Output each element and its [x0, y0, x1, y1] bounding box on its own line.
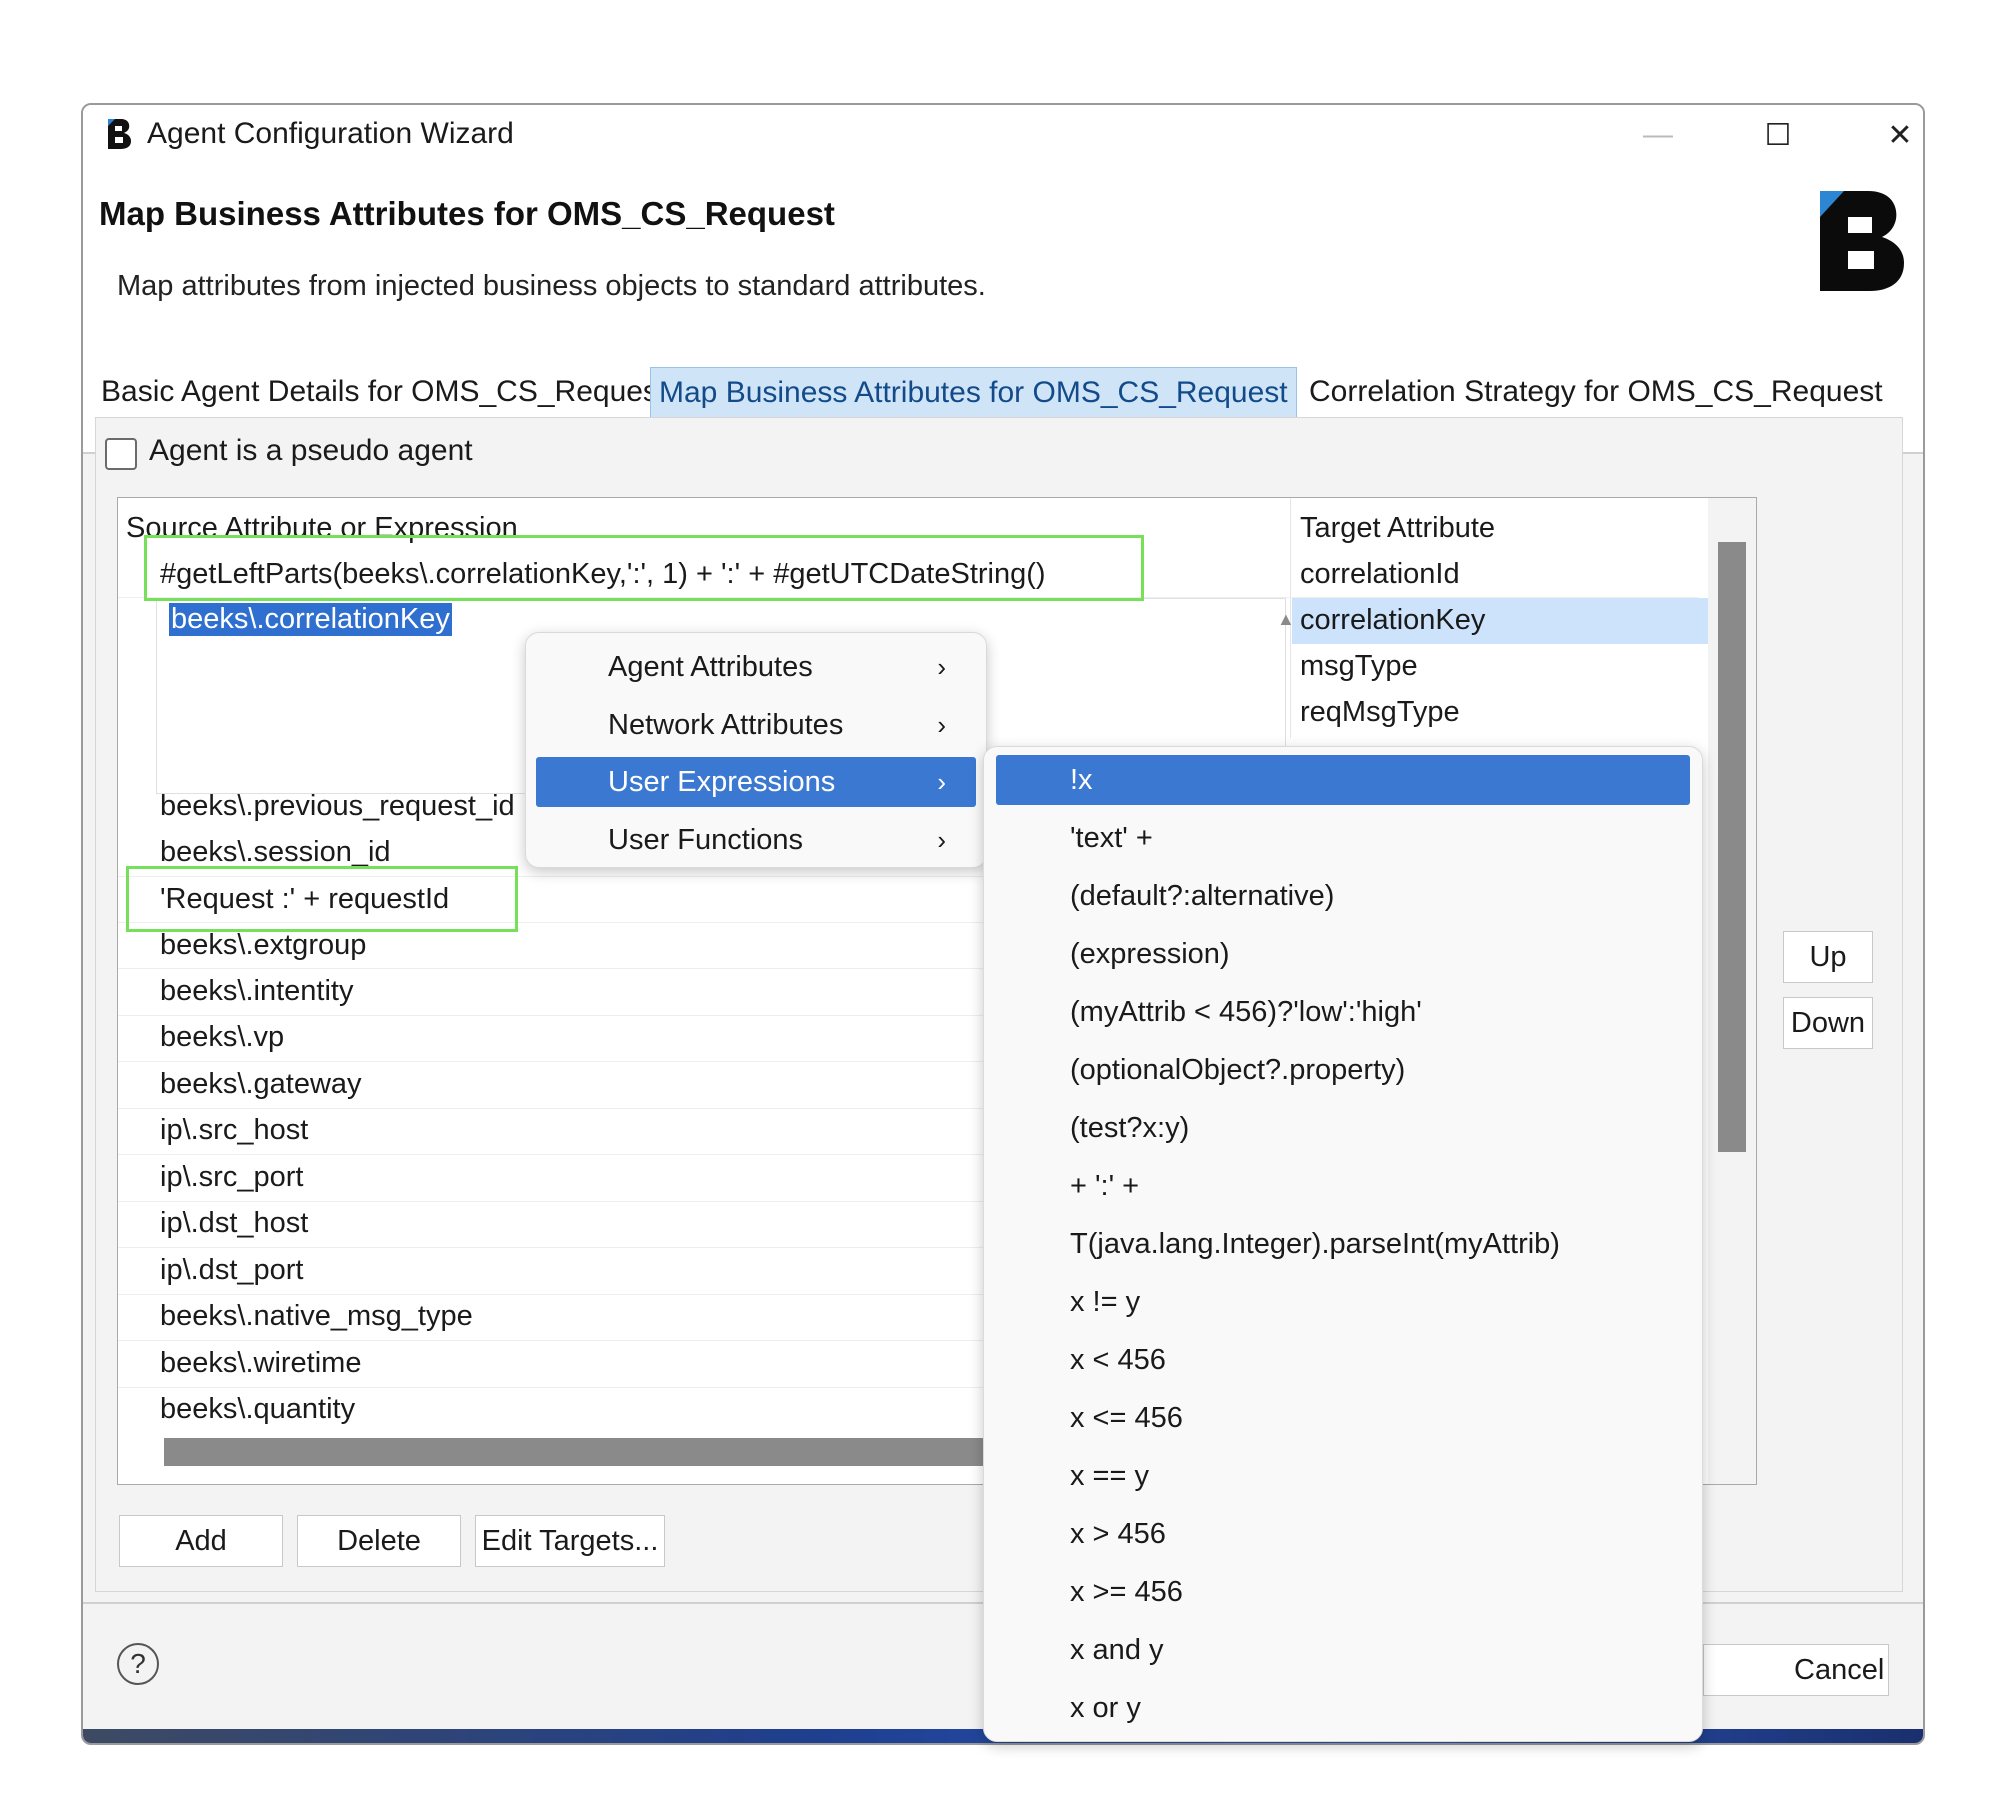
source-cell[interactable]: beeks\.extgroup: [160, 929, 366, 962]
user-expressions-submenu: !x 'text' + (default?:alternative) (expr…: [983, 746, 1703, 1742]
target-cell[interactable]: correlationKey: [1300, 604, 1485, 637]
menu-item-label: Network Attributes: [608, 708, 844, 741]
source-cell[interactable]: beeks\.previous_request_id: [160, 790, 515, 823]
highlight-box-request-expression: [126, 866, 518, 932]
chevron-right-icon: ›: [937, 766, 946, 797]
move-up-button[interactable]: Up: [1783, 931, 1873, 983]
submenu-item[interactable]: x <= 456: [996, 1393, 1690, 1443]
submenu-item[interactable]: x > 456: [996, 1509, 1690, 1559]
column-header-target[interactable]: Target Attribute: [1300, 512, 1495, 545]
delete-button[interactable]: Delete: [297, 1515, 461, 1567]
highlight-box-correlation-expression: [144, 535, 1144, 601]
page-title: Map Business Attributes for OMS_CS_Reque…: [99, 195, 835, 232]
menu-item-agent-attributes[interactable]: Agent Attributes ›: [536, 642, 976, 692]
source-cell[interactable]: beeks\.vp: [160, 1021, 284, 1054]
submenu-item[interactable]: 'text' +: [996, 813, 1690, 863]
tab-map-business-attributes[interactable]: Map Business Attributes for OMS_CS_Reque…: [650, 367, 1297, 419]
submenu-item[interactable]: (expression): [996, 929, 1690, 979]
brand-logo-icon: [1818, 187, 1908, 297]
submenu-item[interactable]: T(java.lang.Integer).parseInt(myAttrib): [996, 1219, 1690, 1269]
close-button[interactable]: ✕: [1855, 105, 1923, 165]
app-icon: [105, 117, 133, 151]
title-bar[interactable]: Agent Configuration Wizard — ☐ ✕: [83, 105, 1923, 169]
tab-basic-agent-details[interactable]: Basic Agent Details for OMS_CS_Request: [93, 367, 674, 419]
menu-item-user-expressions[interactable]: User Expressions ›: [536, 757, 976, 807]
context-menu: Agent Attributes › Network Attributes › …: [525, 632, 987, 868]
menu-item-network-attributes[interactable]: Network Attributes ›: [536, 700, 976, 750]
horizontal-scrollbar-thumb[interactable]: [164, 1438, 1034, 1466]
source-cell[interactable]: beeks\.native_msg_type: [160, 1300, 473, 1333]
add-button[interactable]: Add: [119, 1515, 283, 1567]
cancel-button[interactable]: Cancel: [1703, 1644, 1889, 1696]
chevron-right-icon: ›: [937, 651, 946, 682]
submenu-item[interactable]: + ':' +: [996, 1161, 1690, 1211]
move-down-button[interactable]: Down: [1783, 997, 1873, 1049]
window-title: Agent Configuration Wizard: [147, 117, 514, 150]
edit-targets-button[interactable]: Edit Targets...: [475, 1515, 665, 1567]
source-cell[interactable]: ip\.src_host: [160, 1114, 308, 1147]
submenu-item[interactable]: x != y: [996, 1277, 1690, 1327]
source-cell[interactable]: beeks\.intentity: [160, 975, 353, 1008]
source-cell[interactable]: beeks\.gateway: [160, 1068, 362, 1101]
submenu-item[interactable]: (default?:alternative): [996, 871, 1690, 921]
help-icon[interactable]: ?: [117, 1643, 159, 1685]
submenu-item[interactable]: x and y: [996, 1625, 1690, 1675]
submenu-item[interactable]: (myAttrib < 456)?'low':'high': [996, 987, 1690, 1037]
submenu-item[interactable]: (optionalObject?.property): [996, 1045, 1690, 1095]
target-cell[interactable]: msgType: [1300, 650, 1418, 683]
submenu-item[interactable]: (test?x:y): [996, 1103, 1690, 1153]
menu-item-label: Agent Attributes: [608, 650, 813, 683]
target-cell[interactable]: reqMsgType: [1300, 696, 1460, 729]
submenu-item[interactable]: x < 456: [996, 1335, 1690, 1385]
submenu-item[interactable]: x == y: [996, 1451, 1690, 1501]
source-cell[interactable]: ip\.dst_port: [160, 1254, 303, 1287]
submenu-item[interactable]: x or y: [996, 1683, 1690, 1733]
menu-item-label: User Expressions: [608, 765, 836, 798]
minimize-button[interactable]: —: [1613, 105, 1703, 165]
menu-item-label: User Functions: [608, 823, 804, 856]
target-cell[interactable]: correlationId: [1300, 558, 1460, 591]
source-cell[interactable]: beeks\.wiretime: [160, 1347, 361, 1380]
source-cell[interactable]: ip\.dst_host: [160, 1207, 308, 1240]
pseudo-agent-label: Agent is a pseudo agent: [149, 434, 473, 467]
submenu-item[interactable]: !x: [996, 755, 1690, 805]
source-cell[interactable]: ip\.src_port: [160, 1161, 303, 1194]
pseudo-agent-checkbox[interactable]: [105, 438, 137, 470]
scroll-up-arrow-icon[interactable]: ▲: [1277, 609, 1295, 630]
source-cell[interactable]: beeks\.session_id: [160, 836, 391, 869]
chevron-right-icon: ›: [937, 709, 946, 740]
tab-correlation-strategy[interactable]: Correlation Strategy for OMS_CS_Request: [1301, 367, 1891, 419]
editor-selected-text[interactable]: beeks\.correlationKey: [169, 603, 452, 636]
page-description: Map attributes from injected business ob…: [117, 270, 986, 302]
chevron-right-icon: ›: [937, 824, 946, 855]
menu-item-user-functions[interactable]: User Functions ›: [536, 815, 976, 865]
source-cell[interactable]: beeks\.quantity: [160, 1393, 355, 1426]
maximize-button[interactable]: ☐: [1733, 105, 1823, 165]
submenu-item[interactable]: x >= 456: [996, 1567, 1690, 1617]
vertical-scrollbar-thumb[interactable]: [1718, 542, 1746, 1152]
